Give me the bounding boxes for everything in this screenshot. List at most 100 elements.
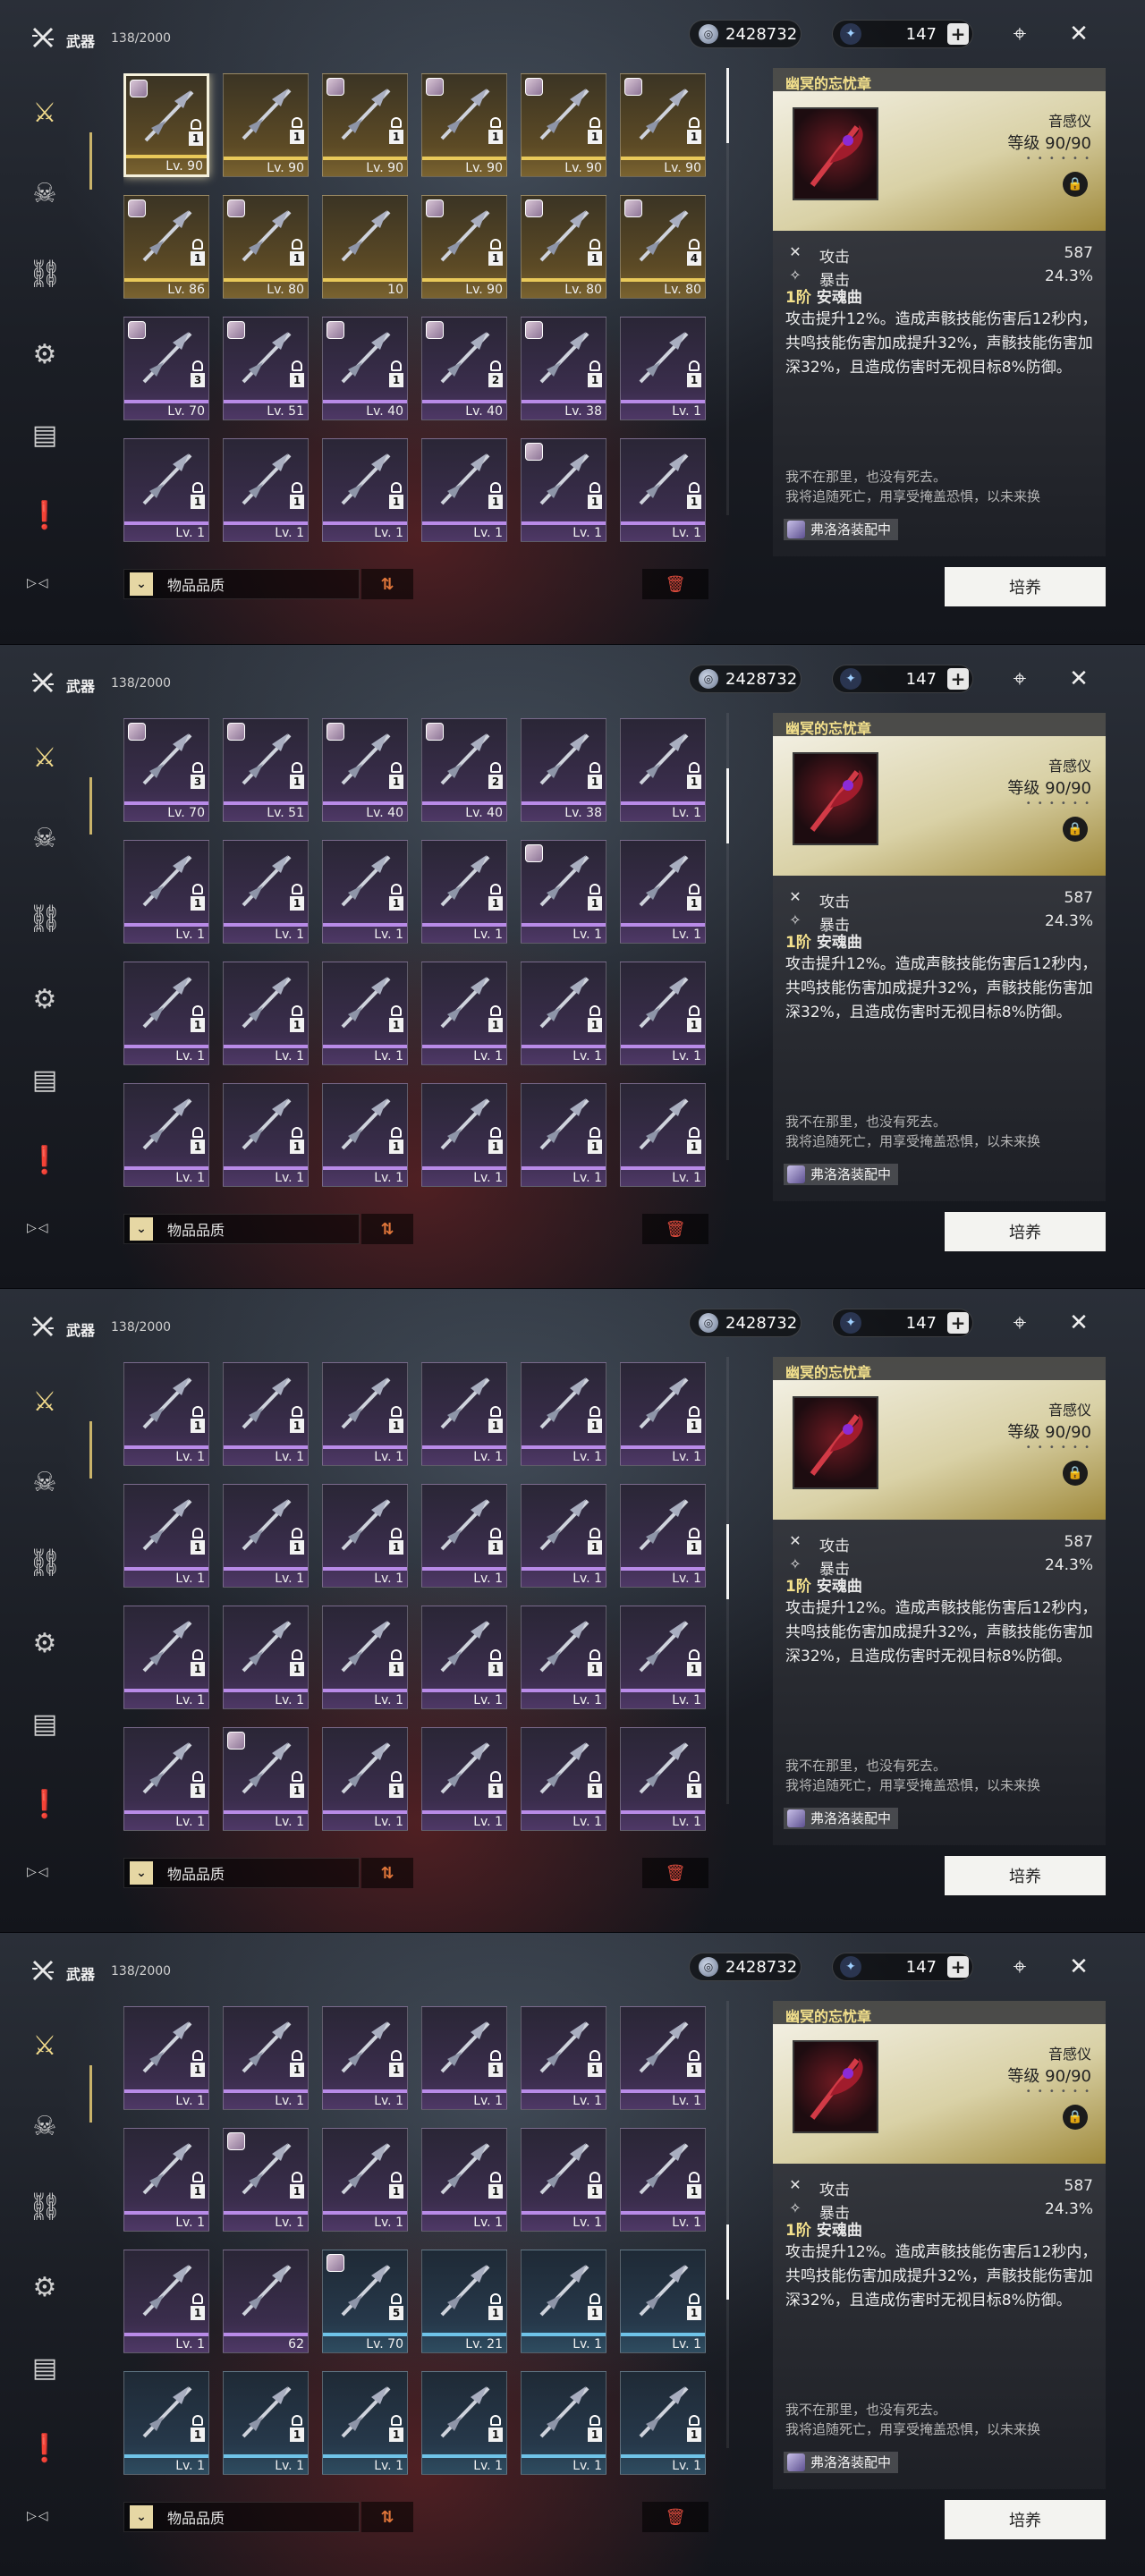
weapon-card[interactable]: 1 Lv. 1 xyxy=(322,1484,408,1588)
grid-scrollbar[interactable] xyxy=(726,68,729,515)
quality-filter-dropdown[interactable]: ⌄ 物品品质 xyxy=(123,569,360,599)
weapon-card[interactable]: 1 Lv. 1 xyxy=(421,438,507,542)
lock-toggle-icon[interactable]: 🔒 xyxy=(1063,817,1088,842)
weapon-card[interactable]: 1 Lv. 1 xyxy=(223,438,309,542)
sidebar-item-supply-icon[interactable]: ▤ xyxy=(20,1699,70,1749)
sidebar-item-quest-icon[interactable]: ❗ xyxy=(20,2423,70,2473)
weapon-card[interactable]: 1 Lv. 51 xyxy=(223,718,309,822)
scrollbar-thumb[interactable] xyxy=(726,768,729,843)
weapon-card[interactable]: 1 Lv. 1 xyxy=(521,1606,606,1709)
develop-button[interactable]: 培养 xyxy=(945,2500,1106,2539)
weapon-card[interactable]: 1 Lv. 1 xyxy=(123,1727,209,1831)
weapon-card[interactable]: 1 Lv. 1 xyxy=(223,1484,309,1588)
sidebar-item-link-icon[interactable]: ⛓ xyxy=(20,249,70,299)
weapon-card[interactable]: 1 Lv. 1 xyxy=(620,1083,706,1187)
weapon-card[interactable]: 1 Lv. 1 xyxy=(620,1606,706,1709)
collapse-arrows-icon[interactable]: ▷◁ xyxy=(27,2509,50,2523)
weapon-card[interactable]: 1 Lv. 1 xyxy=(322,1606,408,1709)
weapon-card[interactable]: 1 Lv. 1 xyxy=(521,1484,606,1588)
weapon-card[interactable]: 1 Lv. 1 xyxy=(223,962,309,1065)
weapon-card[interactable]: 1 Lv. 1 xyxy=(223,1362,309,1466)
target-icon[interactable]: ⌖ xyxy=(1002,16,1038,52)
trash-icon[interactable]: 🗑 xyxy=(642,2502,708,2532)
grid-scrollbar[interactable] xyxy=(726,2001,729,2448)
weapon-card[interactable]: 62 xyxy=(223,2250,309,2353)
weapon-card[interactable]: 1 Lv. 51 xyxy=(223,317,309,420)
weapon-card[interactable]: 1 Lv. 1 xyxy=(322,438,408,542)
weapon-card[interactable]: 1 Lv. 1 xyxy=(421,1083,507,1187)
scrollbar-thumb[interactable] xyxy=(726,1524,729,1599)
weapon-card[interactable]: 1 Lv. 21 xyxy=(421,2250,507,2353)
weapon-card[interactable]: 3 Lv. 70 xyxy=(123,718,209,822)
weapon-card[interactable]: 1 Lv. 1 xyxy=(620,840,706,944)
weapon-card[interactable]: 1 Lv. 1 xyxy=(223,1606,309,1709)
sidebar-item-echo-icon[interactable]: ☠ xyxy=(20,2101,70,2151)
weapon-card[interactable]: 1 Lv. 80 xyxy=(521,195,606,299)
sidebar-item-material-icon[interactable]: ⚙ xyxy=(20,1618,70,1668)
weapon-card[interactable]: 1 Lv. 1 xyxy=(123,1083,209,1187)
sidebar-item-material-icon[interactable]: ⚙ xyxy=(20,2262,70,2312)
weapon-card[interactable]: 1 Lv. 90 xyxy=(421,195,507,299)
weapon-card[interactable]: 1 Lv. 38 xyxy=(521,317,606,420)
collapse-arrows-icon[interactable]: ▷◁ xyxy=(27,576,50,590)
sidebar-item-supply-icon[interactable]: ▤ xyxy=(20,2343,70,2393)
sort-order-button[interactable]: ⇅ xyxy=(361,569,413,599)
develop-button[interactable]: 培养 xyxy=(945,567,1106,606)
sidebar-item-material-icon[interactable]: ⚙ xyxy=(20,329,70,379)
lock-toggle-icon[interactable]: 🔒 xyxy=(1063,1461,1088,1486)
weapon-card[interactable]: 1 Lv. 1 xyxy=(123,1362,209,1466)
weapon-card[interactable]: 1 Lv. 1 xyxy=(223,2006,309,2110)
weapon-card[interactable]: 1 Lv. 1 xyxy=(620,1362,706,1466)
weapon-card[interactable]: 1 Lv. 90 xyxy=(620,73,706,177)
sidebar-item-quest-icon[interactable]: ❗ xyxy=(20,1779,70,1829)
sidebar-item-echo-icon[interactable]: ☠ xyxy=(20,1457,70,1507)
weapon-card[interactable]: 1 Lv. 40 xyxy=(322,317,408,420)
target-icon[interactable]: ⌖ xyxy=(1002,1949,1038,1985)
weapon-card[interactable]: 1 Lv. 1 xyxy=(521,962,606,1065)
sidebar-item-quest-icon[interactable]: ❗ xyxy=(20,1135,70,1185)
weapon-card[interactable]: 1 Lv. 1 xyxy=(223,2128,309,2232)
weapon-card[interactable]: 1 Lv. 1 xyxy=(521,840,606,944)
weapon-card[interactable]: 1 Lv. 1 xyxy=(123,962,209,1065)
weapon-card[interactable]: 1 Lv. 1 xyxy=(620,1484,706,1588)
sidebar-item-supply-icon[interactable]: ▤ xyxy=(20,410,70,460)
weapon-card[interactable]: 1 Lv. 1 xyxy=(223,1083,309,1187)
close-icon[interactable]: ✕ xyxy=(1061,1305,1097,1341)
weapon-card[interactable]: 5 Lv. 70 xyxy=(322,2250,408,2353)
sidebar-item-link-icon[interactable]: ⛓ xyxy=(20,2182,70,2232)
weapon-card[interactable]: 1 Lv. 1 xyxy=(521,1727,606,1831)
weapon-card[interactable]: 1 Lv. 1 xyxy=(322,2371,408,2475)
weapon-card[interactable]: 1 Lv. 90 xyxy=(322,73,408,177)
lock-toggle-icon[interactable]: 🔒 xyxy=(1063,2105,1088,2130)
sidebar-item-link-icon[interactable]: ⛓ xyxy=(20,1538,70,1588)
quality-filter-dropdown[interactable]: ⌄ 物品品质 xyxy=(123,1214,360,1244)
weapon-card[interactable]: 1 Lv. 1 xyxy=(322,962,408,1065)
sort-order-button[interactable]: ⇅ xyxy=(361,1858,413,1888)
weapon-card[interactable]: 1 Lv. 1 xyxy=(123,1484,209,1588)
weapon-card[interactable]: 10 xyxy=(322,195,408,299)
weapon-card[interactable]: 1 Lv. 1 xyxy=(620,438,706,542)
weapon-card[interactable]: 1 Lv. 1 xyxy=(521,2371,606,2475)
weapon-card[interactable]: 1 Lv. 1 xyxy=(421,1484,507,1588)
weapon-card[interactable]: 1 Lv. 1 xyxy=(421,962,507,1065)
develop-button[interactable]: 培养 xyxy=(945,1856,1106,1895)
weapon-card[interactable]: 4 Lv. 80 xyxy=(620,195,706,299)
target-icon[interactable]: ⌖ xyxy=(1002,661,1038,697)
lock-toggle-icon[interactable]: 🔒 xyxy=(1063,172,1088,197)
scrollbar-thumb[interactable] xyxy=(726,68,729,143)
weapon-card[interactable]: 1 Lv. 1 xyxy=(123,1606,209,1709)
weapon-card[interactable]: 1 Lv. 1 xyxy=(521,1362,606,1466)
weapon-card[interactable]: 1 Lv. 1 xyxy=(521,2128,606,2232)
weapon-card[interactable]: 1 Lv. 1 xyxy=(223,1727,309,1831)
add-astrite-button[interactable]: + xyxy=(947,668,969,690)
quality-filter-dropdown[interactable]: ⌄ 物品品质 xyxy=(123,1858,360,1888)
weapon-card[interactable]: 1 Lv. 1 xyxy=(620,2250,706,2353)
weapon-card[interactable]: 1 Lv. 1 xyxy=(620,718,706,822)
weapon-card[interactable]: 1 Lv. 1 xyxy=(123,438,209,542)
grid-scrollbar[interactable] xyxy=(726,1357,729,1804)
weapon-card[interactable]: 2 Lv. 40 xyxy=(421,718,507,822)
close-icon[interactable]: ✕ xyxy=(1061,16,1097,52)
weapon-card[interactable]: 1 Lv. 1 xyxy=(322,1083,408,1187)
sort-order-button[interactable]: ⇅ xyxy=(361,2502,413,2532)
sidebar-item-weapons-icon[interactable]: ⚔ xyxy=(20,1377,70,1427)
